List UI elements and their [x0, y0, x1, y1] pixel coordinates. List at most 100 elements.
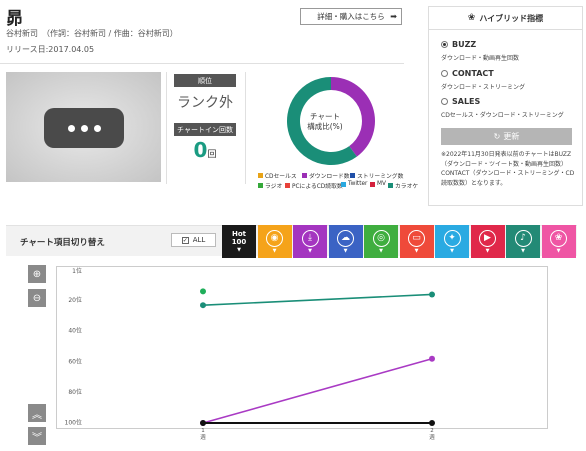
divider: [245, 72, 246, 184]
divider: [0, 63, 404, 64]
option-contact-label: CONTACT: [452, 69, 494, 78]
caret-down-icon: ▼: [485, 247, 490, 254]
rank-label: 順位: [174, 74, 236, 87]
x-tick-label: 2: [430, 428, 434, 434]
all-label: ALL: [192, 236, 206, 244]
video-icon: ▶: [479, 229, 496, 247]
legend-swatch: [258, 183, 263, 188]
radio-icon: ◎: [372, 229, 390, 247]
scroll-down-icon[interactable]: ︾: [28, 427, 46, 445]
option-sales-label: SALES: [452, 97, 481, 106]
category-button-cd[interactable]: ◉ ▼: [257, 225, 292, 258]
legend-label: ダウンロード数: [309, 174, 350, 180]
legend-item: CDセールス: [258, 171, 297, 180]
legend-item: ラジオ: [258, 181, 282, 190]
panel-title: ハイブリッド指標: [479, 13, 544, 23]
legend-swatch: [258, 173, 263, 178]
legend-swatch: [388, 183, 393, 188]
legend-swatch: [350, 173, 355, 178]
divider: [166, 72, 167, 184]
x-tick-label: 1: [201, 428, 205, 434]
karaoke-icon: ♪: [514, 229, 532, 247]
arrow-right-icon: ➡: [390, 12, 397, 21]
check-icon[interactable]: ✓: [181, 236, 189, 244]
caret-down-icon: ▼: [272, 247, 277, 254]
category-button-karaoke[interactable]: ♪ ▼: [506, 225, 540, 258]
legend-label: CDセールス: [265, 174, 297, 180]
zoom-out-icon[interactable]: ⊖: [28, 289, 46, 307]
radio-icon[interactable]: [441, 70, 448, 77]
radio-icon[interactable]: [441, 98, 448, 105]
x-tick-label: 週: [200, 433, 206, 441]
legend-label: Twitter: [348, 181, 368, 187]
buy-button-label: 詳細・購入はこちら: [317, 12, 385, 21]
caret-down-icon: ▼: [237, 247, 241, 253]
legend-label: ラジオ: [265, 184, 283, 190]
scroll-up-icon[interactable]: ︽: [28, 404, 46, 422]
caret-down-icon: ▼: [414, 247, 419, 254]
zoom-in-icon[interactable]: ⊕: [28, 265, 46, 283]
category-button-video[interactable]: ▶ ▼: [470, 225, 505, 258]
donut-center-label: チャート 構成比(%): [300, 112, 350, 132]
y-tick-label: 100位: [65, 418, 82, 426]
caret-down-icon: ▼: [343, 247, 348, 254]
all-checkbox[interactable]: ✓ ALL: [171, 233, 216, 247]
data-point[interactable]: [200, 288, 206, 295]
chart-in-label: チャートイン回数: [174, 123, 236, 136]
legend-item: カラオケ: [388, 181, 418, 190]
option-sales[interactable]: SALES: [441, 97, 480, 106]
hybrid-icon: ❀: [467, 13, 476, 23]
series-line-0: [202, 293, 433, 306]
hot100-label-line2: 100: [231, 238, 247, 246]
category-button-hot100[interactable]: Hot 100 ▼: [222, 225, 256, 258]
song-credits: 谷村新司 （作詞：谷村新司 / 作曲：谷村新司）: [6, 29, 178, 38]
play-icon[interactable]: [44, 108, 124, 148]
pc-icon: ▭: [408, 229, 425, 247]
song-title: 昴: [6, 9, 23, 29]
data-point[interactable]: [429, 420, 435, 426]
chart-in-unit: 回: [207, 150, 217, 160]
legend-item: ストリーミング数: [350, 171, 403, 180]
category-button-pc[interactable]: ▭ ▼: [399, 225, 434, 258]
chart-in-count: 0回: [172, 138, 238, 162]
y-tick-label: 60位: [68, 357, 82, 365]
category-button-download[interactable]: ⤓ ▼: [293, 225, 327, 258]
data-point[interactable]: [200, 302, 206, 309]
option-buzz[interactable]: BUZZ: [441, 40, 476, 49]
toggle-title: チャート項目切り替え: [20, 238, 105, 248]
update-button[interactable]: ↻ 更新: [441, 128, 572, 145]
legend-swatch: [341, 181, 346, 187]
option-contact[interactable]: CONTACT: [441, 69, 494, 78]
data-point[interactable]: [429, 355, 435, 362]
category-button-lookup[interactable]: ❀ ▼: [541, 225, 576, 258]
y-tick-label: 1位: [72, 267, 82, 275]
y-tick-label: 40位: [68, 327, 82, 335]
hybrid-note: ※2022年11月30日発表以前のチャートはBUZZ（ダウンロード・ツイート数・…: [441, 151, 575, 187]
rank-line-chart: 1位20位40位60位80位100位1週2週: [65, 267, 436, 441]
legend-item: ダウンロード数: [302, 171, 350, 180]
caret-down-icon: ▼: [308, 247, 312, 254]
category-button-streaming[interactable]: ☁ ▼: [328, 225, 363, 258]
panel-header: ❀ ハイブリッド指標: [429, 7, 582, 30]
data-point[interactable]: [429, 291, 435, 298]
category-button-twitter[interactable]: ✦ ▼: [435, 225, 469, 258]
download-icon: ⤓: [301, 229, 319, 247]
legend-swatch: [370, 181, 375, 187]
hybrid-index-panel: ❀ ハイブリッド指標 BUZZ ダウンロード・動画再生回数 CONTACT ダウ…: [428, 6, 583, 206]
buy-details-button[interactable]: 詳細・購入はこちら ➡: [300, 8, 402, 25]
release-date: リリース日:2017.04.05: [6, 45, 95, 54]
streaming-icon: ☁: [337, 229, 354, 247]
hot100-label: Hot 100: [232, 230, 247, 246]
data-point[interactable]: [200, 420, 206, 426]
option-contact-sub: ダウンロード・ストリーミング: [441, 84, 526, 91]
donut-center-line2: 構成比(%): [307, 122, 343, 131]
option-sales-sub: CDセールス・ダウンロード・ストリーミング: [441, 112, 564, 119]
y-tick-label: 80位: [68, 388, 82, 396]
category-button-radio[interactable]: ◎ ▼: [364, 225, 398, 258]
chart-in-value: 0: [193, 138, 208, 162]
legend-label: MV: [377, 181, 386, 187]
video-thumbnail[interactable]: [6, 72, 161, 182]
radio-icon[interactable]: [441, 41, 448, 48]
donut-center-line1: チャート: [310, 112, 340, 121]
rank-value: ランク外: [177, 95, 233, 111]
